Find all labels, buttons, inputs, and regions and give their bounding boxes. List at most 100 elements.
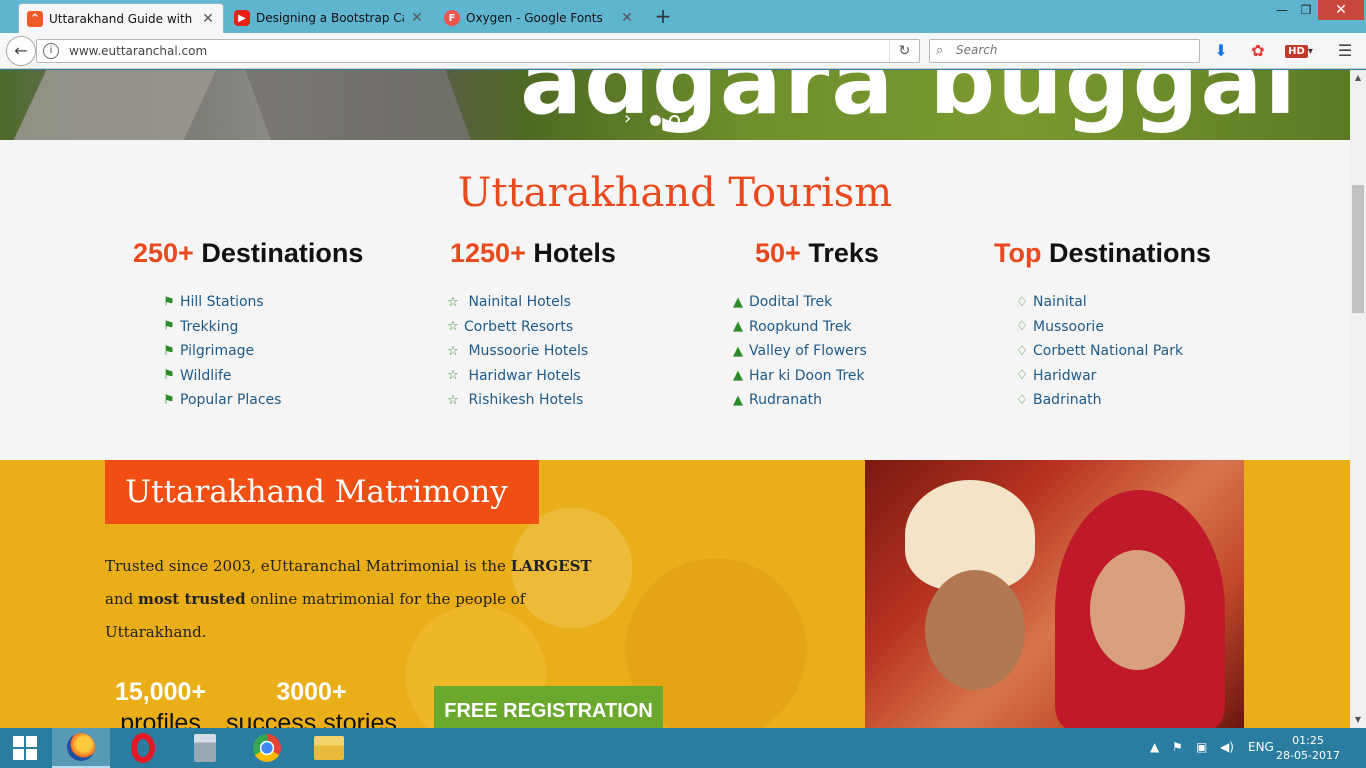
list-item[interactable]: ☆ Nainital Hotels <box>445 290 616 315</box>
list-item[interactable]: ☆ Corbett Resorts <box>445 315 616 340</box>
taskbar-file-explorer[interactable] <box>300 728 358 768</box>
carousel-dot[interactable] <box>650 115 661 126</box>
action-center-flag-icon[interactable]: ⚑ <box>1172 740 1183 754</box>
column-heading: 250+ Destinations <box>133 238 363 269</box>
system-clock[interactable]: 01:25 28-05-2017 <box>1276 733 1340 763</box>
link-text[interactable]: Haridwar Hotels <box>468 368 580 384</box>
tab-google-fonts[interactable]: F Oxygen - Google Fonts ✕ <box>436 3 642 33</box>
link-text[interactable]: Valley of Flowers <box>749 343 867 359</box>
taskbar-chrome[interactable] <box>238 728 296 768</box>
youtube-favicon-icon: ▶ <box>234 10 250 26</box>
search-input[interactable] <box>956 43 1186 57</box>
list-item[interactable]: ▲ Roopkund Trek <box>730 315 879 340</box>
link-text[interactable]: Nainital Hotels <box>468 294 571 310</box>
carousel-indicators <box>650 115 699 126</box>
volume-icon[interactable]: ◀) <box>1220 740 1234 754</box>
download-icon[interactable]: ⬇ <box>1212 42 1230 60</box>
heading-highlight: 250+ <box>133 238 194 268</box>
list-item[interactable]: ☆ Rishikesh Hotels <box>445 388 616 413</box>
url-text[interactable]: www.euttaranchal.com <box>69 44 207 58</box>
link-text[interactable]: Pilgrimage <box>180 343 254 359</box>
link-text[interactable]: Rishikesh Hotels <box>468 392 583 408</box>
description-bold: LARGEST <box>510 557 592 575</box>
close-tab-icon[interactable]: ✕ <box>410 10 424 26</box>
link-text[interactable]: Corbett National Park <box>1033 343 1183 359</box>
link-text[interactable]: Har ki Doon Trek <box>749 368 865 384</box>
link-text[interactable]: Haridwar <box>1033 368 1096 384</box>
link-text[interactable]: Nainital <box>1033 294 1087 310</box>
taskbar-opera[interactable] <box>114 728 172 768</box>
column-heading: 1250+ Hotels <box>450 238 616 269</box>
network-icon[interactable]: ▣ <box>1196 740 1207 754</box>
list-item[interactable]: ♢ Corbett National Park <box>1014 339 1211 364</box>
taskbar-calculator[interactable] <box>176 728 234 768</box>
flag-icon: ⚑ <box>163 294 175 310</box>
link-text[interactable]: Trekking <box>180 319 238 335</box>
minimize-icon[interactable]: — <box>1270 0 1294 20</box>
destinations-column: 250+ Destinations ⚑ Hill Stations ⚑ Trekki… <box>133 238 363 413</box>
show-hidden-icons[interactable]: ▲ <box>1150 740 1159 754</box>
link-text[interactable]: Hill Stations <box>180 294 264 310</box>
list-item[interactable]: ▲ Valley of Flowers <box>730 339 879 364</box>
link-text[interactable]: Roopkund Trek <box>749 319 852 335</box>
close-tab-icon[interactable]: ✕ <box>201 11 215 27</box>
window-close-icon[interactable]: ✕ <box>1318 0 1364 20</box>
close-tab-icon[interactable]: ✕ <box>620 10 634 26</box>
google-fonts-favicon-icon: F <box>444 10 460 26</box>
list-item[interactable]: ⚑ Wildlife <box>161 364 363 389</box>
link-text[interactable]: Mussoorie <box>1033 319 1104 335</box>
opera-icon <box>131 733 155 763</box>
taskbar-firefox[interactable] <box>52 728 110 768</box>
new-tab-button[interactable]: + <box>652 5 674 27</box>
link-text[interactable]: Wildlife <box>180 368 232 384</box>
navigation-toolbar: ← i www.euttaranchal.com ↻ ⌕ ⬇ ✿ HD▾ ☰ <box>0 33 1366 69</box>
link-text[interactable]: Rudranath <box>749 392 822 408</box>
link-text[interactable]: Corbett Resorts <box>464 319 573 335</box>
link-text[interactable]: Badrinath <box>1033 392 1102 408</box>
tab-uttarakhand-guide[interactable]: ^ Uttarakhand Guide with Late ✕ <box>18 3 224 33</box>
thumbs-up-icon: ♢ <box>1016 343 1028 359</box>
list-item[interactable]: ▲ Har ki Doon Trek <box>730 364 879 389</box>
tree-icon: ▲ <box>733 392 743 408</box>
list-item[interactable]: ⚑ Trekking <box>161 315 363 340</box>
scrollbar-thumb[interactable] <box>1352 185 1364 313</box>
hd-extension-button[interactable]: HD ▾ <box>1284 43 1314 61</box>
carousel-dot[interactable] <box>688 115 699 126</box>
link-text[interactable]: Mussoorie Hotels <box>468 343 588 359</box>
list-item[interactable]: ▲ Rudranath <box>730 388 879 413</box>
restore-icon[interactable]: ❐ <box>1294 0 1318 20</box>
tab-bootstrap-carousel[interactable]: ▶ Designing a Bootstrap Carou ✕ <box>226 3 432 33</box>
list-item[interactable]: ♢ Mussoorie <box>1014 315 1211 340</box>
back-button[interactable]: ← <box>6 36 36 66</box>
link-text[interactable]: Popular Places <box>180 392 281 408</box>
list-item[interactable]: ☆ Mussoorie Hotels <box>445 339 616 364</box>
address-bar[interactable]: i www.euttaranchal.com ↻ <box>36 39 920 63</box>
list-item[interactable]: ♢ Haridwar <box>1014 364 1211 389</box>
list-item[interactable]: ⚑ Pilgrimage <box>161 339 363 364</box>
web-page: adgara buggal › Uttarakhand Tourism 250+… <box>0 70 1350 728</box>
page-scrollbar[interactable]: ▲ ▼ <box>1350 70 1366 728</box>
rock-image <box>245 70 475 140</box>
list-item[interactable]: ♢ Nainital <box>1014 290 1211 315</box>
reload-icon[interactable]: ↻ <box>889 40 919 62</box>
extension-icon[interactable]: ✿ <box>1248 42 1268 60</box>
free-registration-button[interactable]: FREE REGISTRATION <box>434 686 663 728</box>
list-item[interactable]: ☆ Haridwar Hotels <box>445 364 616 389</box>
start-button[interactable] <box>0 728 50 768</box>
clock-date: 28-05-2017 <box>1276 749 1340 762</box>
list-item[interactable]: ♢ Badrinath <box>1014 388 1211 413</box>
list-item[interactable]: ⚑ Popular Places <box>161 388 363 413</box>
tree-icon: ▲ <box>733 319 743 335</box>
list-item[interactable]: ▲ Dodital Trek <box>730 290 879 315</box>
scroll-up-icon[interactable]: ▲ <box>1350 70 1366 86</box>
carousel-next-icon[interactable]: › <box>624 108 631 129</box>
scroll-down-icon[interactable]: ▼ <box>1350 712 1366 728</box>
list-item[interactable]: ⚑ Hill Stations <box>161 290 363 315</box>
carousel-dot[interactable] <box>669 115 680 126</box>
language-indicator[interactable]: ENG <box>1248 740 1274 754</box>
link-text[interactable]: Dodital Trek <box>749 294 832 310</box>
site-info-icon[interactable]: i <box>43 43 59 59</box>
search-box[interactable]: ⌕ <box>929 39 1200 63</box>
menu-icon[interactable]: ☰ <box>1334 42 1356 60</box>
stat-value: 3000+ <box>276 678 347 706</box>
